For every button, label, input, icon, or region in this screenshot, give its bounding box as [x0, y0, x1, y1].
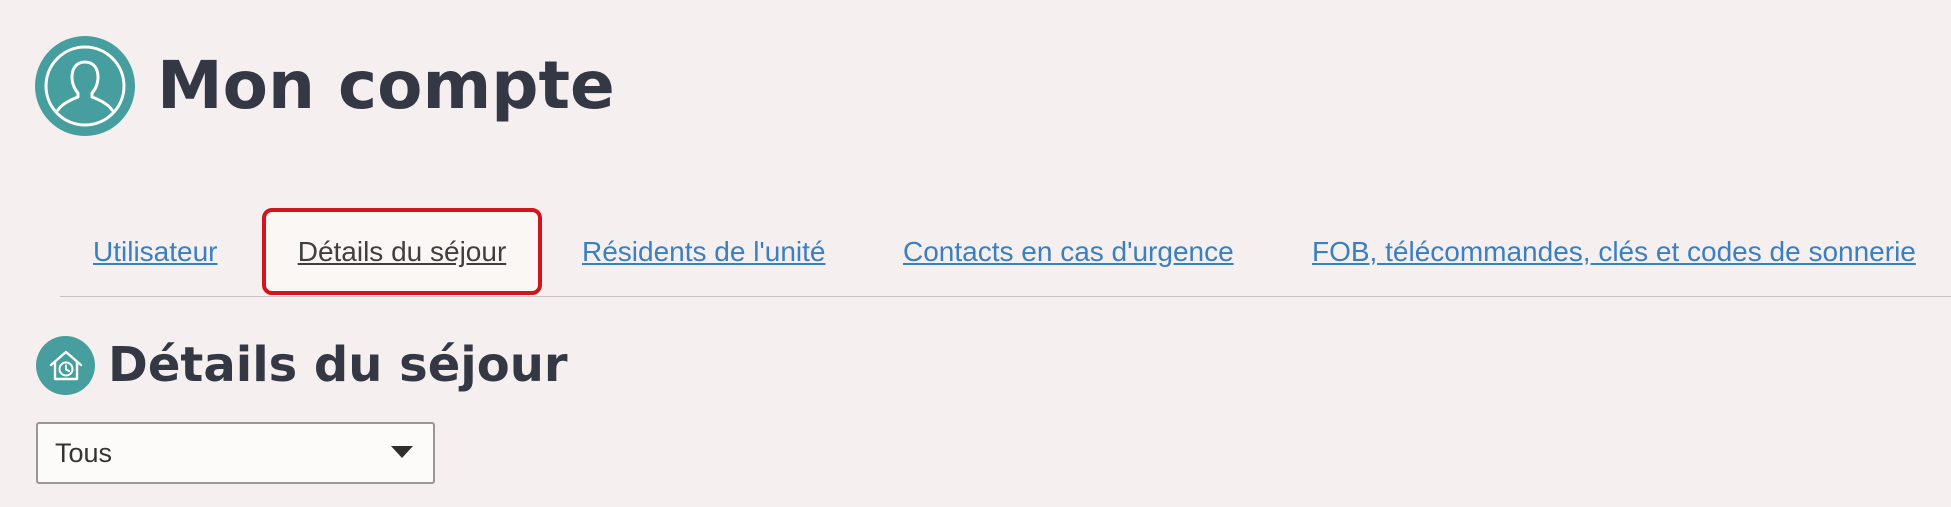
home-clock-icon: [36, 336, 95, 395]
filter-select-value: Tous: [55, 437, 113, 468]
tab-utilisateur[interactable]: Utilisateur: [93, 208, 217, 296]
user-silhouette-icon: [44, 45, 126, 127]
section-title: Détails du séjour: [108, 337, 568, 393]
stay-filter-select[interactable]: Tous: [36, 422, 435, 484]
page-title: Mon compte: [157, 47, 615, 124]
tab-contacts-urgence[interactable]: Contacts en cas d'urgence: [903, 208, 1234, 296]
tab-residents-de-l-unite[interactable]: Résidents de l'unité: [582, 208, 826, 296]
caret-down-icon: [391, 446, 413, 458]
account-tabs: Utilisateur Détails du séjour Résidents …: [60, 208, 1951, 297]
home-clock-glyph: [49, 350, 82, 380]
tab-details-du-sejour[interactable]: Détails du séjour: [262, 208, 542, 295]
user-avatar-icon: [35, 36, 135, 136]
tab-fob-telecommandes[interactable]: FOB, télécommandes, clés et codes de son…: [1312, 208, 1916, 296]
